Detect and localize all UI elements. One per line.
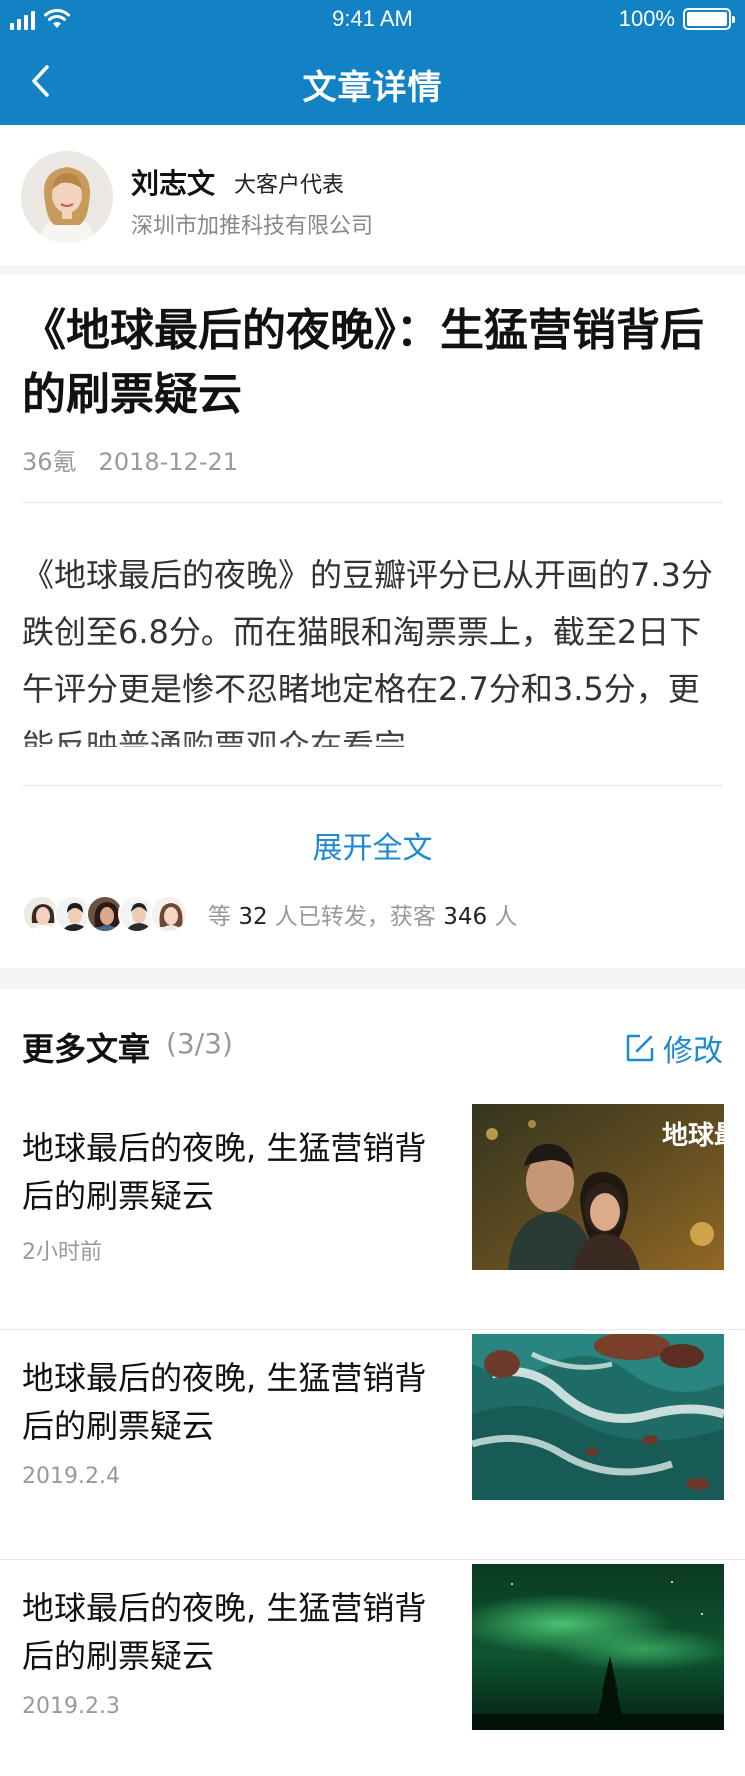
section-divider: [0, 968, 745, 990]
status-bar-right: 100%: [618, 6, 735, 32]
battery-percent: 100%: [618, 6, 675, 31]
sharers-row[interactable]: 等 32 人已转发，获客 346 人: [22, 893, 517, 935]
edit-button[interactable]: 修改: [625, 1026, 723, 1070]
avatar-image: [21, 151, 113, 243]
aurora-photo-thumbnail: [472, 1564, 724, 1730]
nav-bar: 文章详情: [0, 40, 745, 125]
forward-count: 32: [238, 904, 268, 930]
author-name: 刘志文: [131, 167, 216, 200]
list-item-time: 2小时前: [22, 1240, 102, 1265]
more-articles-title: 更多文章: [22, 1030, 151, 1068]
avatar[interactable]: [21, 151, 113, 243]
share-middle: 人已转发，获客: [274, 904, 436, 930]
list-item-time: 2019.2.3: [22, 1694, 120, 1719]
app-header: 9:41 AM 100% 文章详情: [0, 0, 745, 125]
article-source: 36氪: [22, 448, 77, 476]
share-prefix: 等: [208, 904, 231, 930]
poster-title: 地球最后的夜晚: [662, 1120, 724, 1151]
divider: [22, 785, 723, 786]
list-item-time: 2019.2.4: [22, 1464, 120, 1489]
more-articles-count: (3/3): [166, 1027, 233, 1060]
author-company: 深圳市加推科技有限公司: [131, 214, 374, 239]
article-list-item[interactable]: 地球最后的夜晚, 生猛营销背后的刷票疑云 2019.2.4: [0, 1330, 745, 1560]
article-list-item[interactable]: 地球最后的夜晚, 生猛营销背后的刷票疑云 2019.2.3: [0, 1560, 745, 1776]
divider: [22, 502, 723, 503]
article-date: 2018-12-21: [98, 448, 239, 476]
author-card[interactable]: 刘志文 大客户代表 深圳市加推科技有限公司: [0, 125, 745, 275]
more-articles-header: 更多文章 (3/3) 修改: [0, 990, 745, 1100]
author-role: 大客户代表: [234, 173, 345, 198]
movie-poster-thumbnail: 地球最后的夜晚: [472, 1104, 724, 1270]
article-title: 《地球最后的夜晚》：生猛营销背后的刷票疑云: [22, 305, 704, 420]
share-stats: 等 32 人已转发，获客 346 人: [208, 897, 517, 931]
edit-icon: [626, 1034, 654, 1062]
article-body: 《地球最后的夜晚》的豆瓣评分已从开画的7.3分跌创至6.8分。而在猫眼和淘票票上…: [22, 556, 713, 747]
share-suffix: 人: [494, 904, 518, 930]
ocean-photo-thumbnail: [472, 1334, 724, 1500]
article-meta: 36氪 2018-12-21: [22, 442, 238, 477]
edit-label: 修改: [663, 1034, 723, 1069]
expand-full-text-button[interactable]: 展开全文: [0, 823, 745, 867]
battery-icon: [683, 8, 735, 30]
status-bar: 9:41 AM 100%: [0, 0, 745, 40]
list-item-title: 地球最后的夜晚, 生猛营销背后的刷票疑云: [22, 1359, 427, 1445]
article-list-item[interactable]: 地球最后的夜晚, 生猛营销背后的刷票疑云 2小时前 地球最后的夜晚: [0, 1100, 745, 1330]
page-title: 文章详情: [302, 68, 443, 108]
list-item-title: 地球最后的夜晚, 生猛营销背后的刷票疑云: [22, 1589, 427, 1675]
avatar: [150, 895, 188, 933]
customer-count: 346: [443, 904, 488, 930]
list-item-title: 地球最后的夜晚, 生猛营销背后的刷票疑云: [22, 1129, 427, 1215]
